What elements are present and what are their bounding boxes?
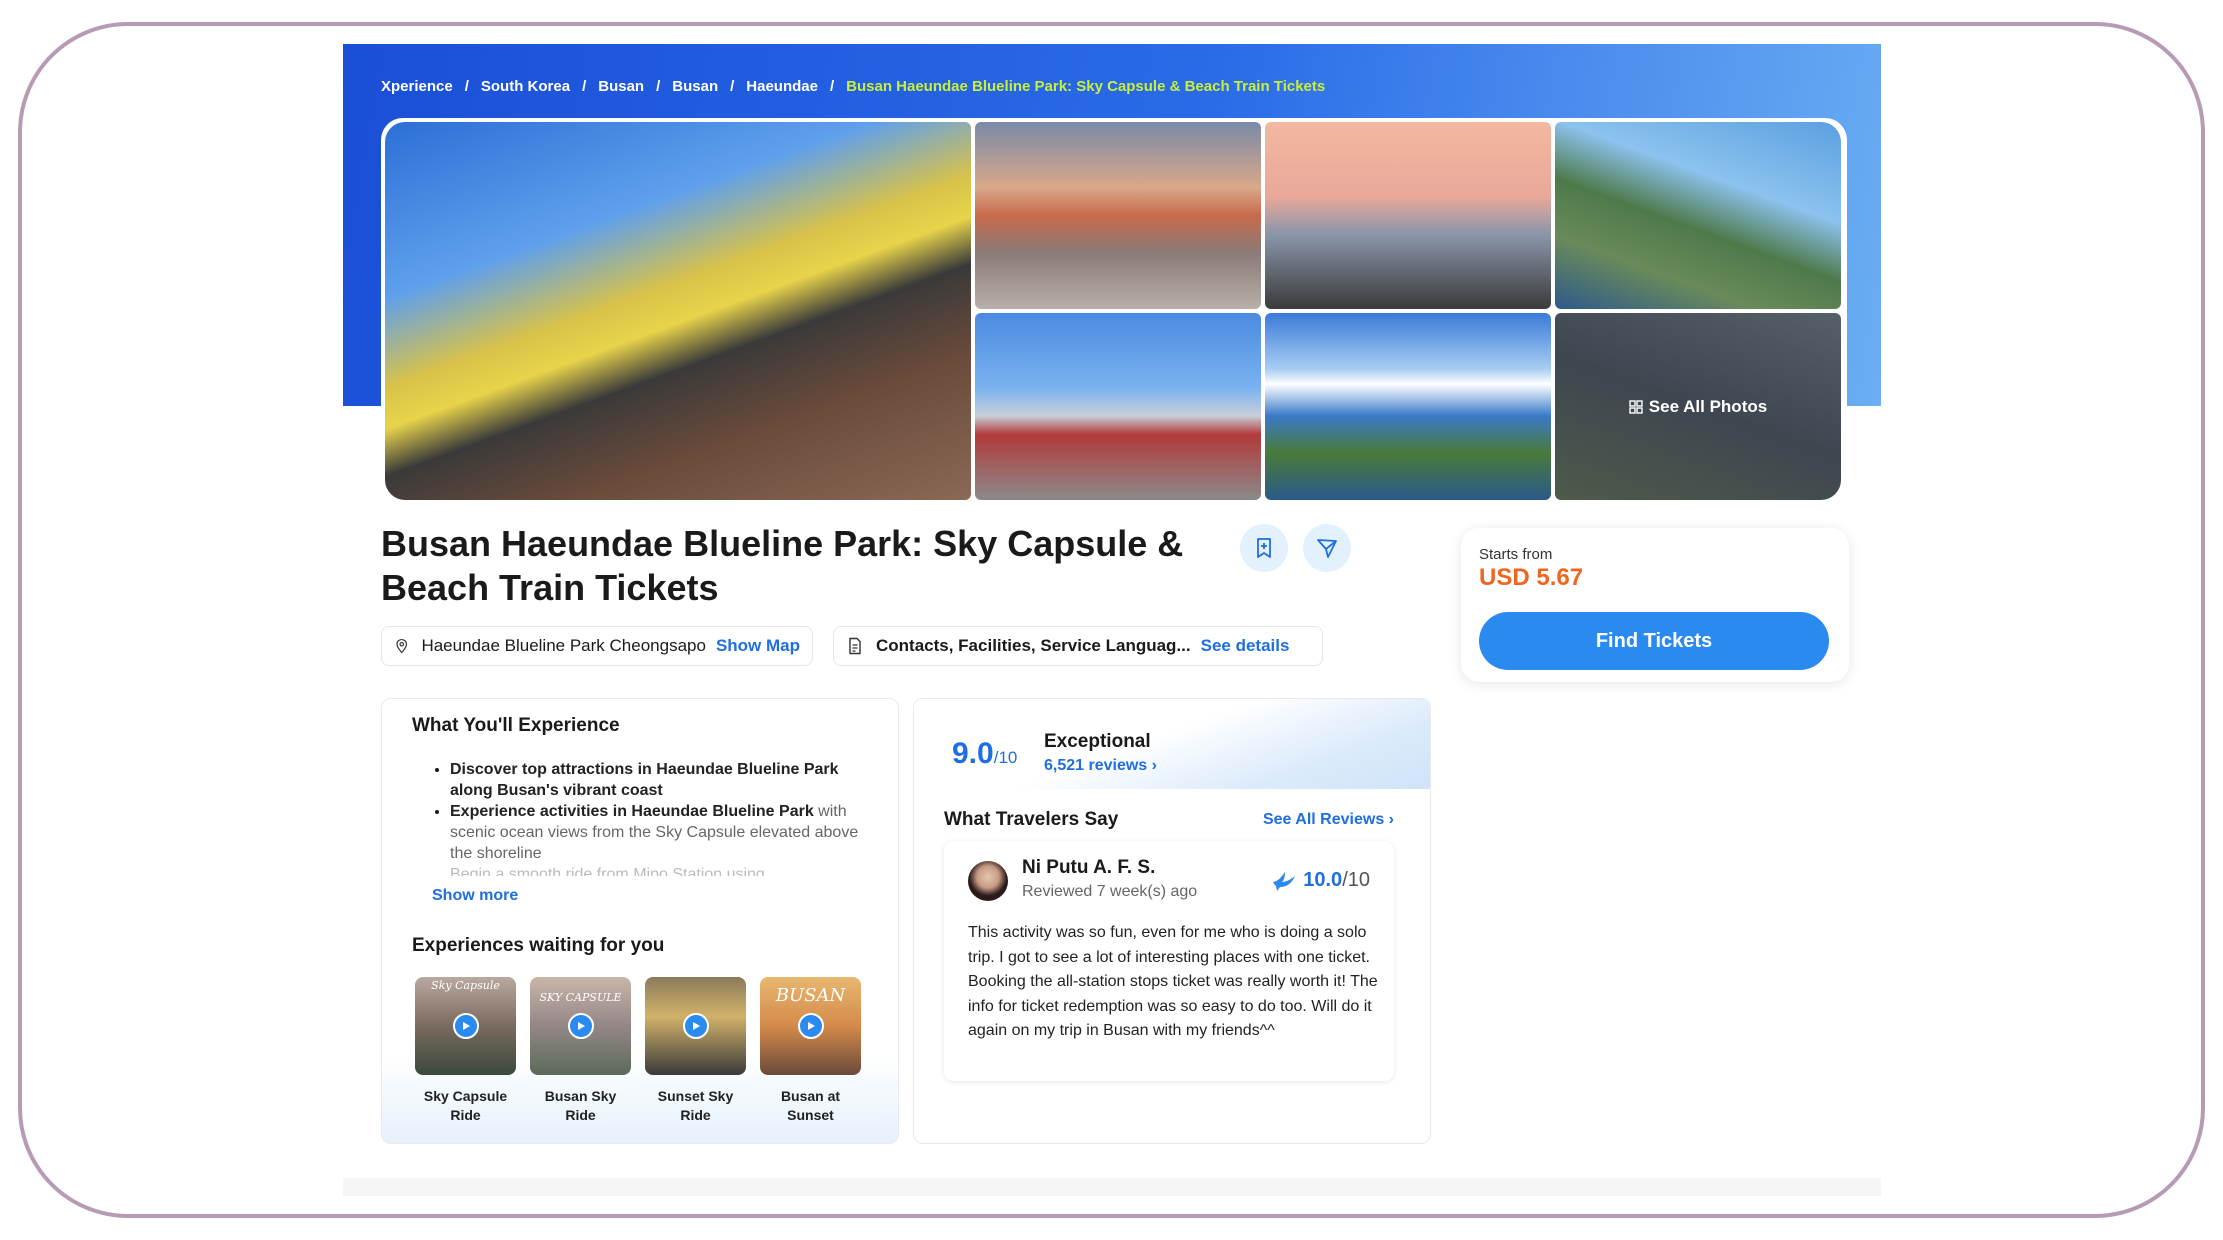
review-count: 6,521 reviews	[1044, 757, 1148, 774]
review-score: 10.0/10	[1271, 869, 1370, 892]
video-thumbnail[interactable]: SKY CAPSULE Busan Sky Ride	[530, 977, 631, 1125]
travelers-heading: What Travelers Say	[944, 809, 1119, 830]
find-tickets-button[interactable]: Find Tickets	[1479, 612, 1829, 670]
video-caption: Sky Capsule	[431, 979, 500, 992]
experience-card: What You'll Experience Discover top attr…	[381, 698, 899, 1144]
location-text: Haeundae Blueline Park Cheongsapo	[421, 636, 706, 655]
photo-gallery: See All Photos	[381, 118, 1847, 502]
see-all-reviews-link[interactable]: See All Reviews ›	[1263, 811, 1394, 829]
experience-list: Discover top attractions in Haeundae Blu…	[450, 759, 870, 876]
video-preview: Sky Capsule	[415, 977, 516, 1075]
bookmark-button[interactable]	[1240, 524, 1288, 572]
video-thumbnails: Sky Capsule Sky Capsule Ride SKY CAPSULE…	[415, 977, 861, 1125]
video-title: Sky Capsule Ride	[423, 1088, 508, 1123]
review-count-link[interactable]: 6,521 reviews ›	[1044, 757, 1157, 775]
breadcrumb-separator: /	[829, 78, 835, 95]
chevron-right-icon: ›	[1151, 757, 1157, 774]
breadcrumb-item-xperience[interactable]: Xperience	[381, 78, 453, 95]
video-caption: SKY CAPSULE	[539, 991, 622, 1004]
product-title: Busan Haeundae Blueline Park: Sky Capsul…	[381, 523, 1184, 608]
reviews-card: 9.0/10 Exceptional 6,521 reviews › What …	[913, 698, 1431, 1144]
breadcrumb-separator: /	[464, 78, 469, 95]
bird-icon	[1273, 871, 1296, 891]
video-title: Busan at Sunset	[780, 1088, 841, 1123]
share-button[interactable]	[1303, 524, 1351, 572]
rating-score-value: 9.0	[952, 737, 994, 770]
video-caption: BUSAN	[775, 985, 846, 1006]
video-preview: BUSAN	[760, 977, 861, 1075]
share-icon	[1317, 539, 1337, 558]
reviewer-avatar	[968, 861, 1008, 901]
video-thumbnail[interactable]: BUSAN Busan at Sunset	[760, 977, 861, 1125]
review-score-value: 10.0	[1303, 869, 1343, 891]
rating-label: Exceptional	[1044, 731, 1151, 752]
gallery-photo[interactable]	[1555, 122, 1841, 309]
video-preview: SKY CAPSULE	[530, 977, 631, 1075]
see-all-photos-button[interactable]: See All Photos	[1555, 313, 1841, 500]
review-text: This activity was so fun, even for me wh…	[968, 924, 1378, 1039]
see-all-reviews-label: See All Reviews	[1262, 811, 1385, 828]
starts-from-label: Starts from	[1479, 546, 1553, 563]
video-thumbnail[interactable]: Sky Capsule Sky Capsule Ride	[415, 977, 516, 1125]
see-details-link[interactable]: See details	[1201, 636, 1290, 656]
play-icon	[568, 1013, 594, 1039]
video-preview	[645, 977, 746, 1075]
play-icon	[453, 1013, 479, 1039]
review-date: Reviewed 7 week(s) ago	[1022, 883, 1198, 900]
chevron-right-icon: ›	[1388, 811, 1394, 828]
experiences-waiting-heading: Experiences waiting for you	[412, 935, 665, 956]
see-all-photos-overlay: See All Photos	[1555, 313, 1841, 500]
breadcrumb-item-city[interactable]: Busan	[672, 78, 718, 95]
breadcrumb-item-district[interactable]: Haeundae	[746, 78, 818, 95]
price-value: USD 5.67	[1479, 564, 1584, 591]
location-pill: Haeundae Blueline Park Cheongsapo Show M…	[381, 626, 813, 666]
footer-strip	[343, 1178, 1881, 1196]
gallery-icon	[1629, 399, 1643, 414]
video-thumbnail[interactable]: Sunset Sky Ride	[645, 977, 746, 1125]
show-map-link[interactable]: Show Map	[716, 636, 800, 656]
experience-bullet: Begin a smooth ride from Mipo Station us…	[450, 864, 870, 876]
document-icon	[849, 637, 861, 655]
experience-heading: What You'll Experience	[412, 715, 620, 736]
gallery-photo[interactable]	[1265, 122, 1551, 309]
breadcrumb-separator: /	[656, 78, 661, 95]
location-pin-icon	[396, 638, 408, 654]
play-icon	[798, 1013, 824, 1039]
video-title: Busan Sky Ride	[544, 1088, 617, 1123]
breadcrumb-separator: /	[582, 78, 587, 95]
breadcrumb-separator: /	[730, 78, 735, 95]
details-pill: Contacts, Facilities, Service Languag...…	[833, 626, 1323, 666]
gallery-photo[interactable]	[1265, 313, 1551, 500]
show-more-link[interactable]: Show more	[432, 887, 518, 905]
breadcrumb-item-region[interactable]: Busan	[598, 78, 644, 95]
gallery-photo-main[interactable]	[385, 122, 971, 500]
price-card: Starts from USD 5.67 Find Tickets	[1461, 528, 1849, 682]
breadcrumb: Xperience / South Korea / Busan / Busan …	[381, 78, 1325, 95]
bullet-highlight: Experience activities in Haeundae Blueli…	[450, 803, 814, 820]
experience-bullet: Experience activities in Haeundae Blueli…	[450, 801, 870, 864]
experience-bullet: Discover top attractions in Haeundae Blu…	[450, 759, 870, 801]
bullet-text: Begin a smooth ride from Mipo Station us…	[450, 866, 765, 876]
review-score-max: /10	[1342, 869, 1370, 891]
gallery-photo[interactable]	[975, 122, 1261, 309]
featured-review: Ni Putu A. F. S. Reviewed 7 week(s) ago …	[944, 841, 1394, 1081]
bookmark-icon	[1257, 538, 1271, 558]
rating-score-max: /10	[993, 748, 1018, 767]
reviewer-name: Ni Putu A. F. S.	[1022, 857, 1156, 878]
product-page: Xperience / South Korea / Busan / Busan …	[343, 44, 1881, 1196]
rating-score: 9.0/10	[952, 737, 1017, 771]
details-summary: Contacts, Facilities, Service Languag...	[876, 636, 1191, 655]
gallery-photo[interactable]	[975, 313, 1261, 500]
play-icon	[683, 1013, 709, 1039]
bullet-highlight: Discover top attractions in Haeundae Blu…	[450, 761, 839, 799]
video-title: Sunset Sky Ride	[657, 1088, 734, 1123]
breadcrumb-current: Busan Haeundae Blueline Park: Sky Capsul…	[846, 78, 1326, 95]
see-all-photos-label: See All Photos	[1648, 396, 1768, 416]
breadcrumb-item-country[interactable]: South Korea	[481, 78, 570, 95]
